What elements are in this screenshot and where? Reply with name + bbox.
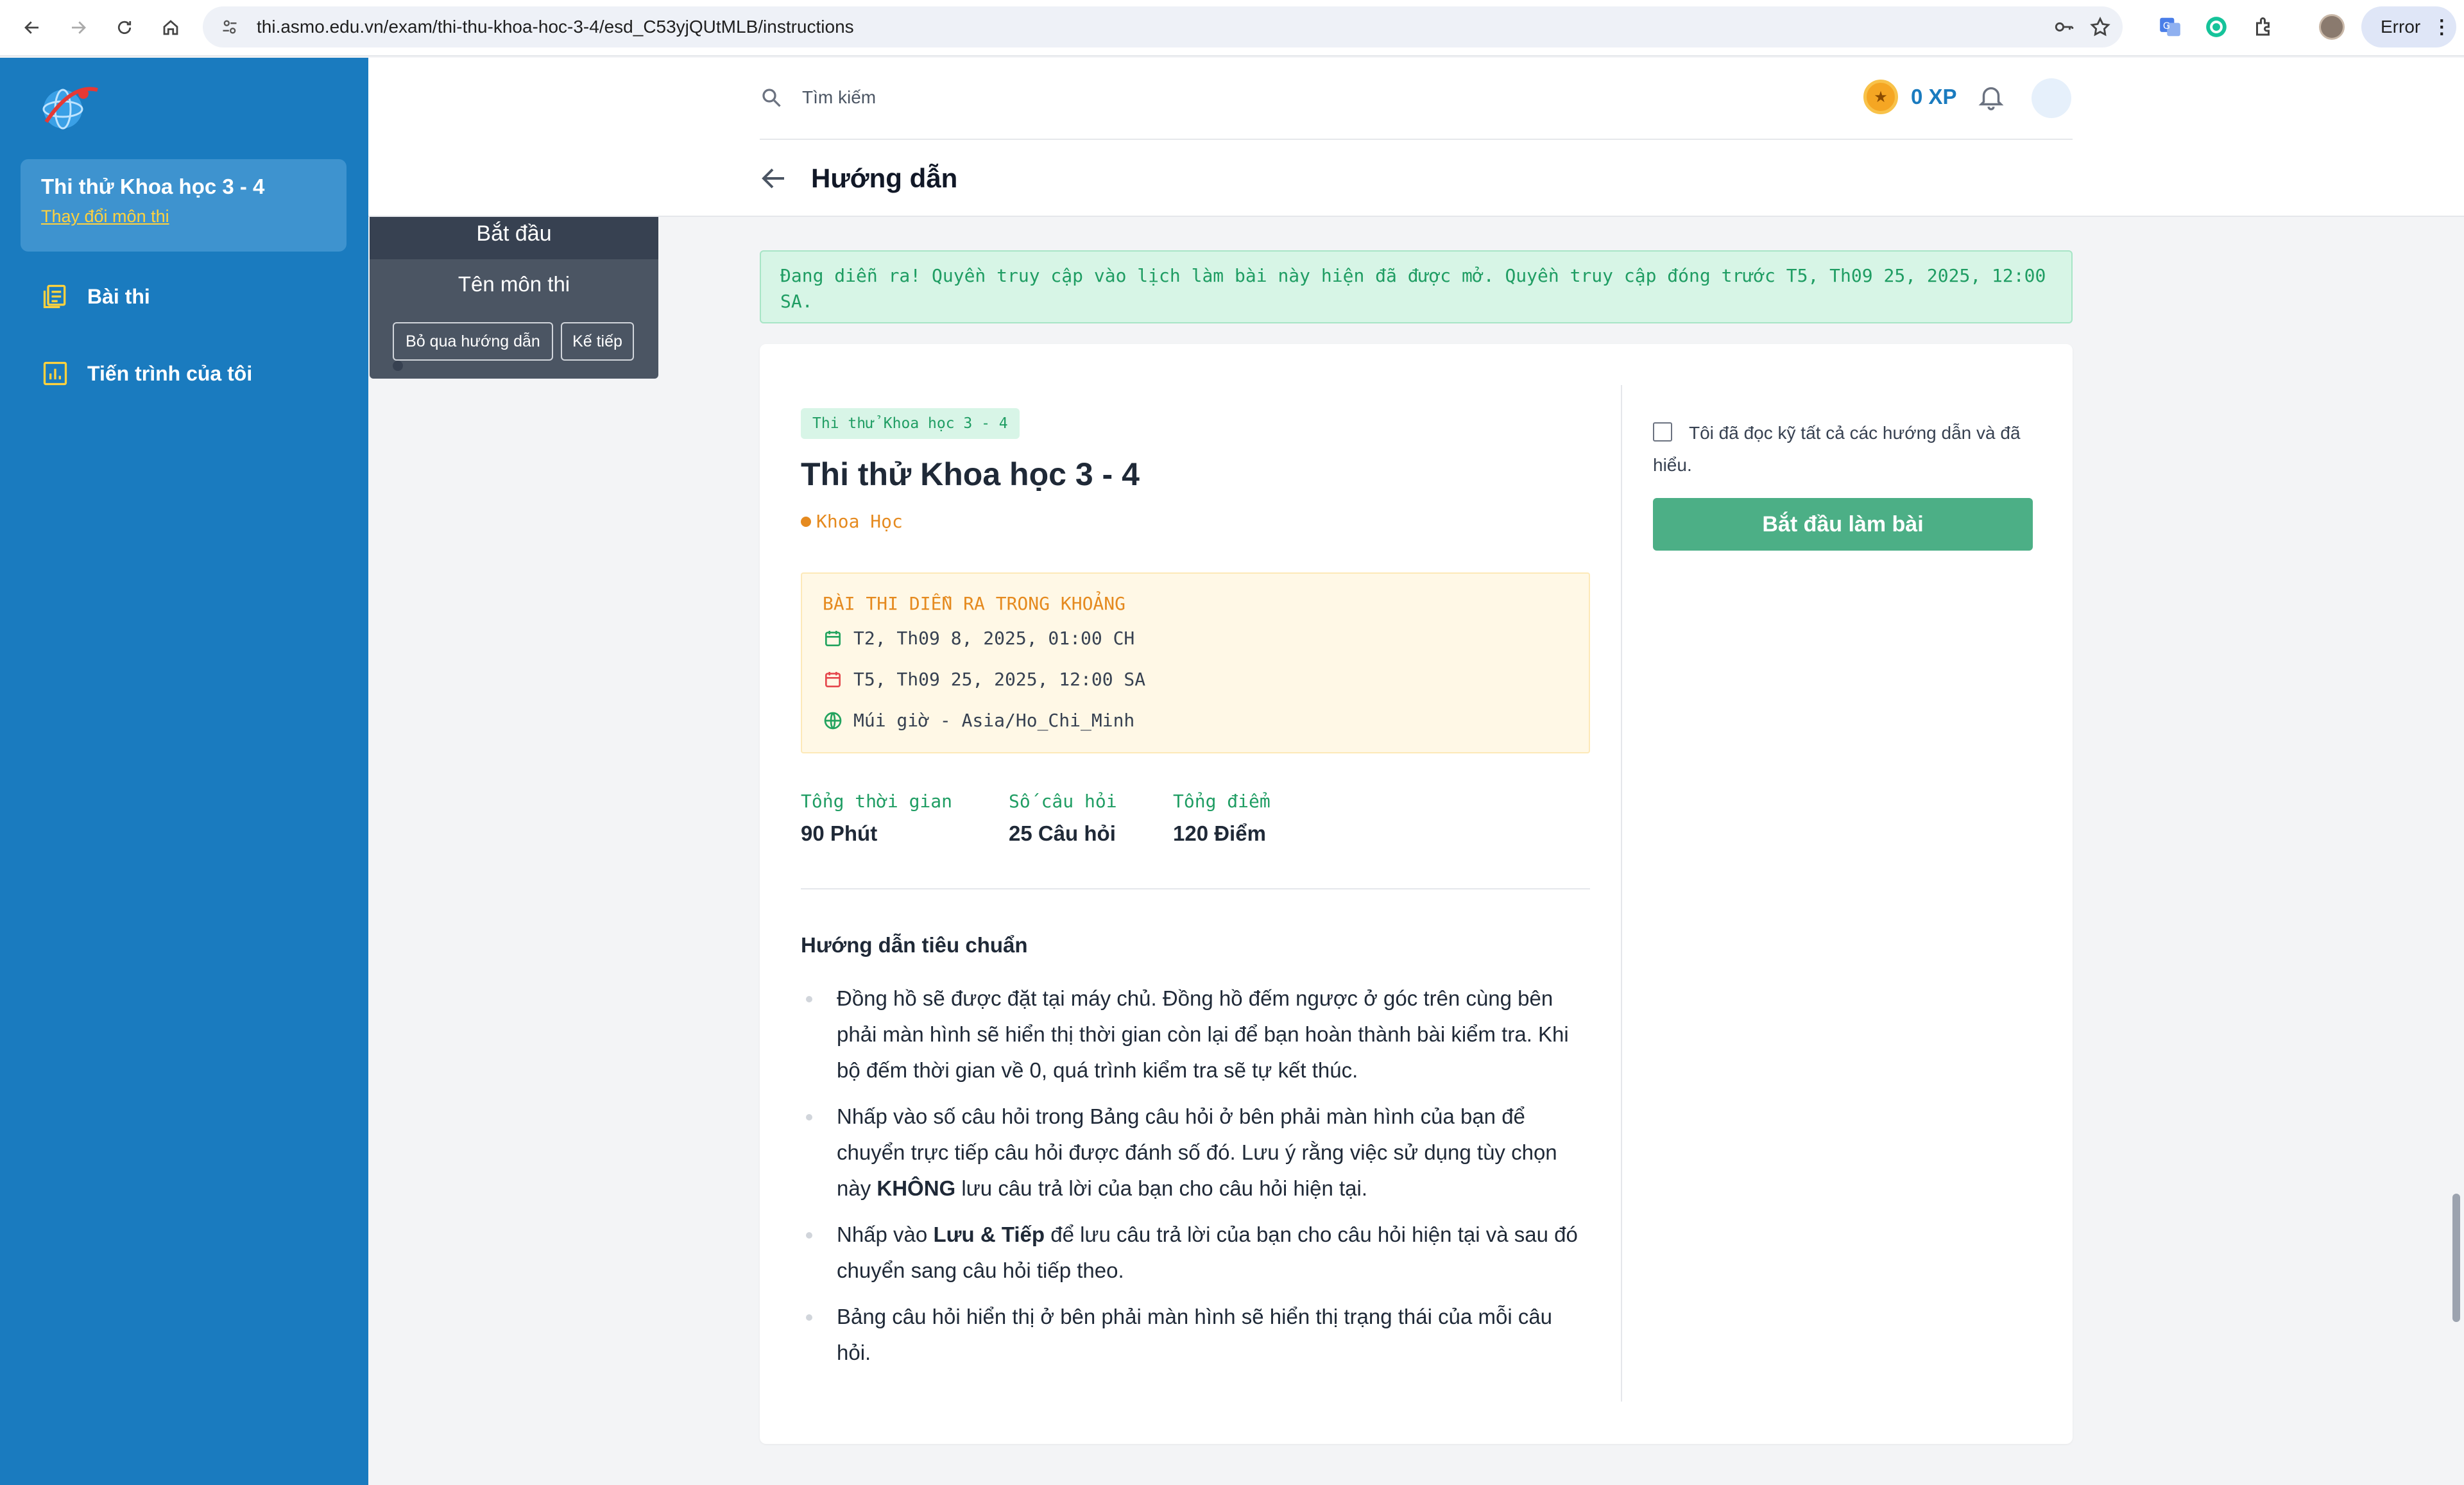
tour-pointer <box>393 361 403 371</box>
guide-list: Đồng hồ sẽ được đặt tại máy chủ. Đồng hồ… <box>801 981 1590 1381</box>
search-input[interactable]: Tìm kiếm <box>802 87 876 108</box>
exam-list-icon <box>43 284 66 309</box>
profile-avatar-icon[interactable] <box>2318 13 2346 41</box>
schedule-heading: BÀI THI DIỄN RA TRONG KHOẢNG <box>823 593 1126 614</box>
list-item: Nhấp vào Lưu & Tiếp để lưu câu trả lời c… <box>801 1217 1590 1289</box>
coin-star-icon: ★ <box>1863 80 1898 114</box>
current-course-card: Thi thử Khoa học 3 - 4 Thay đổi môn thi <box>21 159 346 252</box>
svg-text:G: G <box>2163 21 2170 31</box>
back-arrow-icon[interactable] <box>14 10 50 46</box>
agree-label: Tôi đã đọc kỹ tất cả các hướng dẫn và đã… <box>1653 423 2021 475</box>
search-icon[interactable] <box>760 86 783 109</box>
address-bar[interactable]: thi.asmo.edu.vn/exam/thi-thu-khoa-hoc-3-… <box>203 6 2123 47</box>
xp-counter[interactable]: ★ 0 XP <box>1863 80 1957 114</box>
schedule-end: T5, Th09 25, 2025, 12:00 SA <box>823 669 1145 690</box>
list-item: Bảng câu hỏi hiển thị ở bên phải màn hìn… <box>801 1299 1590 1371</box>
url-text[interactable]: thi.asmo.edu.vn/exam/thi-thu-khoa-hoc-3-… <box>257 17 854 37</box>
calendar-start-icon <box>825 630 841 646</box>
home-icon[interactable] <box>153 10 189 46</box>
next-step-button[interactable]: Kế tiếp <box>561 322 634 361</box>
globe-icon <box>824 712 842 729</box>
sidebar-item-label: Bài thi <box>87 284 150 308</box>
exam-tag-badge: Thi thử Khoa học 3 - 4 <box>801 408 1020 439</box>
user-avatar[interactable] <box>2032 78 2071 118</box>
page-header <box>368 58 2464 217</box>
back-arrow-icon[interactable] <box>758 163 789 194</box>
tour-title: Bắt đầu <box>370 217 658 259</box>
list-item: Đồng hồ sẽ được đặt tại máy chủ. Đồng hồ… <box>801 981 1590 1088</box>
page-title: Hướng dẫn <box>811 163 958 193</box>
subject-name: Khoa Học <box>816 511 903 532</box>
skip-tour-button[interactable]: Bỏ qua hướng dẫn <box>393 322 553 361</box>
schedule-start: T2, Th09 8, 2025, 01:00 CH <box>823 628 1134 649</box>
subject-dot-icon <box>801 516 811 527</box>
tour-body: Tên môn thi <box>458 272 570 296</box>
stat-label-points: Tổng điểm <box>1173 791 1270 812</box>
bookmark-star-icon[interactable] <box>2089 16 2111 38</box>
schedule-timezone: Múi giờ - Asia/Ho_Chi_Minh <box>823 710 1134 731</box>
bell-icon[interactable] <box>1976 82 2006 112</box>
profile-error-button[interactable]: Error ⋮ <box>2361 6 2456 47</box>
extensions-puzzle-icon[interactable] <box>2250 13 2278 41</box>
access-notice: Đang diễn ra! Quyền truy cập vào lịch là… <box>760 250 2073 323</box>
password-key-icon[interactable] <box>2053 16 2075 38</box>
schedule-timezone-text: Múi giờ - Asia/Ho_Chi_Minh <box>853 710 1135 731</box>
header-bottom-border <box>368 216 2464 217</box>
stat-label-questions: Số câu hỏi <box>1009 791 1117 812</box>
section-divider <box>801 888 1590 889</box>
guide-heading: Hướng dẫn tiêu chuẩn <box>801 933 1028 957</box>
chart-icon <box>43 361 67 386</box>
change-course-link[interactable]: Thay đổi môn thi <box>41 207 326 227</box>
site-settings-icon[interactable] <box>221 18 239 36</box>
agree-checkbox[interactable] <box>1653 422 1672 442</box>
stat-label-duration: Tổng thời gian <box>801 791 953 812</box>
reload-icon[interactable] <box>107 10 142 46</box>
more-menu-icon: ⋮ <box>2432 16 2452 38</box>
stat-value-duration: 90 Phút <box>801 821 878 845</box>
translate-extension-icon[interactable]: G <box>2156 13 2184 41</box>
sidebar-item-label: Tiến trình của tôi <box>87 361 253 385</box>
page-scrollbar[interactable] <box>2452 1194 2460 1322</box>
xp-value: 0 XP <box>1911 85 1957 108</box>
start-exam-button[interactable]: Bắt đầu làm bài <box>1653 498 2033 551</box>
schedule-box: BÀI THI DIỄN RA TRONG KHOẢNG T2, Th09 8,… <box>801 572 1590 753</box>
schedule-end-text: T5, Th09 25, 2025, 12:00 SA <box>853 669 1146 690</box>
tour-popover: Bắt đầu Tên môn thi Bỏ qua hướng dẫn Kế … <box>370 217 658 379</box>
sidebar-item-exams[interactable]: Bài thi <box>41 282 150 311</box>
asmo-logo[interactable] <box>33 77 100 135</box>
sidebar: Thi thử Khoa học 3 - 4 Thay đổi môn thi … <box>0 58 368 1485</box>
exam-title: Thi thử Khoa học 3 - 4 <box>801 456 1140 492</box>
schedule-start-text: T2, Th09 8, 2025, 01:00 CH <box>853 628 1135 649</box>
stat-value-questions: 25 Câu hỏi <box>1009 821 1116 845</box>
header-divider <box>760 139 2073 140</box>
stat-value-points: 120 Điểm <box>1173 821 1266 845</box>
course-title: Thi thử Khoa học 3 - 4 <box>41 175 265 198</box>
forward-arrow-icon[interactable] <box>60 10 96 46</box>
subject-label: Khoa Học <box>801 511 903 532</box>
list-item: Nhấp vào số câu hỏi trong Bảng câu hỏi ở… <box>801 1099 1590 1206</box>
card-divider <box>1621 385 1622 1402</box>
calendar-end-icon <box>825 671 841 687</box>
grammar-extension-icon[interactable] <box>2202 13 2230 41</box>
sidebar-item-progress[interactable]: Tiến trình của tôi <box>41 359 252 388</box>
